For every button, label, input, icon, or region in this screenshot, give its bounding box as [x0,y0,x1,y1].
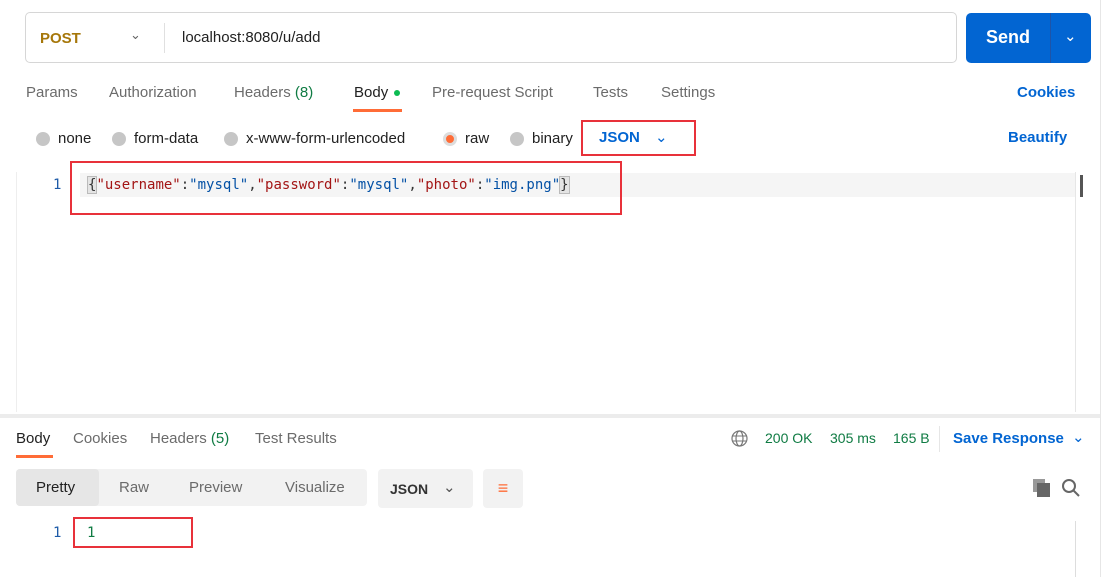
radio-icon [36,131,50,146]
response-scrollbar[interactable] [1075,521,1076,577]
chevron-down-icon[interactable]: ⌄ [1064,27,1077,45]
view-visualize[interactable]: Visualize [285,479,345,496]
highlight-box [70,161,622,215]
url-input[interactable]: localhost:8080/u/add [182,29,320,46]
response-tab-test-results[interactable]: Test Results [255,430,337,447]
beautify-button[interactable]: Beautify [1008,129,1067,146]
radio-icon [510,131,524,146]
send-button[interactable]: Send ⌄ [966,13,1091,63]
line-number: 1 [53,525,62,541]
highlight-box [73,517,193,548]
radio-label: raw [465,130,490,147]
tab-count: (5) [210,430,230,447]
radio-label: x-www-form-urlencoded [246,130,406,147]
chevron-down-icon[interactable]: ⌄ [130,27,141,43]
radio-icon [224,131,238,146]
pane-resizer[interactable] [0,414,1100,418]
view-pretty[interactable]: Pretty [36,479,75,496]
tab-body[interactable]: Body [354,84,401,101]
radio-selected-icon [443,131,457,146]
divider [164,23,165,53]
tab-authorization[interactable]: Authorization [109,84,197,101]
radio-icon [112,131,126,146]
tab-headers[interactable]: Headers (8) [234,84,313,101]
save-response-button[interactable]: Save Response [953,430,1064,447]
radio-none[interactable]: none [36,130,91,147]
wrap-lines-icon[interactable]: ≡ [483,469,523,508]
format-label: JSON [390,481,429,497]
view-raw[interactable]: Raw [119,479,149,496]
tab-label: Headers [234,84,291,101]
chevron-down-icon: ⌄ [443,479,456,496]
tab-label: Body [354,84,389,101]
send-label: Send [986,27,1031,47]
tab-settings[interactable]: Settings [661,84,715,101]
globe-icon[interactable] [731,430,748,447]
active-tab-indicator [16,455,53,458]
chevron-down-icon[interactable]: ⌄ [1072,428,1085,446]
response-tab-headers[interactable]: Headers (5) [150,430,229,447]
divider [1050,13,1051,63]
search-icon[interactable] [1061,478,1081,498]
radio-urlencoded[interactable]: x-www-form-urlencoded [224,130,405,147]
radio-label: binary [532,130,573,147]
radio-raw[interactable]: raw [443,130,489,147]
response-tab-cookies[interactable]: Cookies [73,430,127,447]
page-border [1100,0,1101,577]
tab-pre-request-script[interactable]: Pre-request Script [432,84,553,101]
radio-form-data[interactable]: form-data [112,130,198,147]
tab-tests[interactable]: Tests [593,84,628,101]
line-number: 1 [53,177,62,193]
editor-scrollbar[interactable] [1075,172,1091,412]
tab-label: Headers [150,430,207,447]
copy-icon[interactable] [1032,478,1052,498]
response-size[interactable]: 165 B [893,430,930,446]
divider [939,426,940,452]
response-tab-body[interactable]: Body [16,430,50,447]
response-time[interactable]: 305 ms [830,430,876,446]
radio-label: form-data [134,130,199,147]
tab-count: (8) [294,84,314,101]
radio-binary[interactable]: binary [510,130,573,147]
method-select[interactable]: POST [40,30,81,47]
tab-params[interactable]: Params [26,84,78,101]
view-preview[interactable]: Preview [189,479,242,496]
active-tab-indicator [353,109,402,112]
url-bar: POST ⌄ localhost:8080/u/add [25,12,957,63]
highlight-box [581,120,696,156]
cookies-link[interactable]: Cookies [1017,84,1075,101]
response-format-select[interactable]: JSON ⌄ [378,469,473,508]
status-code[interactable]: 200 OK [765,430,812,446]
scroll-thumb[interactable] [1080,175,1083,197]
modified-dot-icon [394,90,401,97]
view-mode-toggle: Pretty Raw Preview Visualize [16,469,367,506]
radio-label: none [58,130,92,147]
